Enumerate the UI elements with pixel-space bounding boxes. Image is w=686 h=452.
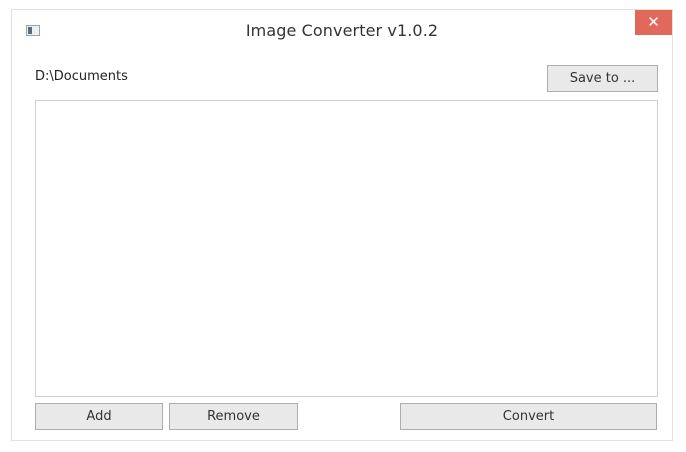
save-to-button[interactable]: Save to ...: [547, 65, 658, 92]
convert-button[interactable]: Convert: [400, 403, 657, 430]
file-list-box[interactable]: [35, 100, 658, 397]
title-bar[interactable]: Image Converter v1.0.2 ✕: [12, 10, 672, 53]
window-title: Image Converter v1.0.2: [245, 21, 439, 40]
add-button[interactable]: Add: [35, 403, 163, 430]
output-path-label: D:\Documents: [35, 69, 128, 84]
image-converter-window: Image Converter v1.0.2 ✕ D:\Documents Sa…: [11, 9, 673, 441]
close-icon: ✕: [647, 13, 660, 31]
remove-button[interactable]: Remove: [169, 403, 298, 430]
close-button[interactable]: ✕: [635, 10, 672, 35]
